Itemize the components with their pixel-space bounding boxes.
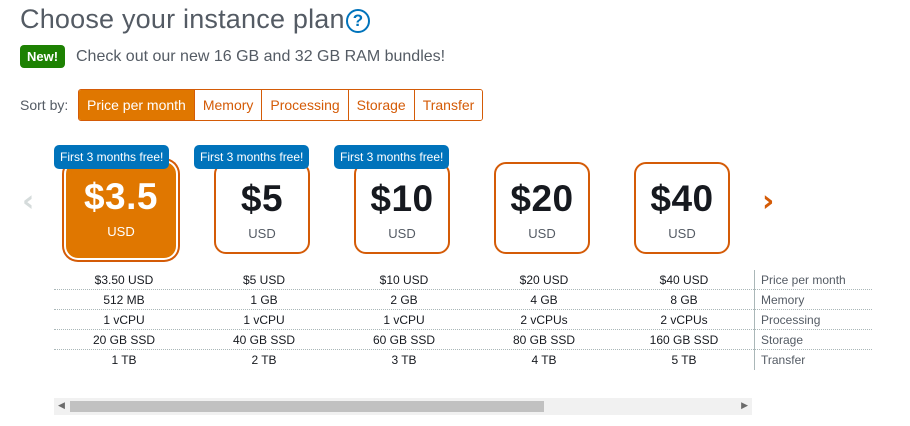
help-icon[interactable]: ? bbox=[346, 9, 370, 33]
spec-cell: 1 TB bbox=[111, 353, 137, 367]
spec-cell: 1 vCPU bbox=[103, 312, 145, 327]
sort-label: Sort by: bbox=[20, 97, 69, 113]
sort-transfer-button[interactable]: Transfer bbox=[414, 90, 483, 120]
plan-currency: USD bbox=[107, 224, 135, 239]
spec-cell: $40 USD bbox=[659, 272, 709, 287]
plan-card-4[interactable]: $20 USD bbox=[494, 162, 590, 254]
spec-cell: 8 GB bbox=[670, 292, 698, 307]
spec-cell: 1 GB bbox=[250, 292, 278, 307]
sort-storage-button[interactable]: Storage bbox=[348, 90, 415, 120]
plan-price: $20 bbox=[510, 178, 574, 219]
chevron-right-icon[interactable]: › bbox=[762, 184, 774, 219]
spec-cell: 512 MB bbox=[103, 292, 145, 307]
spec-label: Memory bbox=[754, 289, 872, 310]
spec-row-processing: 1 vCPU 1 vCPU 1 vCPU 2 vCPUs 2 vCPUs Pro… bbox=[54, 309, 872, 330]
plan-card-1[interactable]: $3.5 USD bbox=[66, 162, 176, 258]
plan-card-3[interactable]: $10 USD bbox=[354, 162, 450, 254]
announcement-text: Check out our new 16 GB and 32 GB RAM bu… bbox=[76, 48, 446, 65]
spec-cell: 2 TB bbox=[251, 353, 277, 367]
promo-badge: First 3 months free! bbox=[54, 145, 170, 169]
spec-row-memory: 512 MB 1 GB 2 GB 4 GB 8 GB Memory bbox=[54, 289, 872, 310]
spec-cell: 2 GB bbox=[390, 292, 418, 307]
spec-cell: $20 USD bbox=[519, 272, 569, 287]
spec-cell: $3.50 USD bbox=[94, 272, 154, 287]
spec-row-storage: 20 GB SSD 40 GB SSD 60 GB SSD 80 GB SSD … bbox=[54, 329, 872, 350]
promo-badge: First 3 months free! bbox=[194, 145, 310, 169]
spec-label: Storage bbox=[754, 329, 872, 350]
plan-card-5[interactable]: $40 USD bbox=[634, 162, 730, 254]
spec-label: Transfer bbox=[754, 350, 872, 370]
plan-price: $10 bbox=[370, 178, 434, 219]
spec-label: Processing bbox=[754, 309, 872, 330]
spec-cell: $5 USD bbox=[242, 272, 286, 287]
plan-price: $5 bbox=[240, 178, 284, 219]
plan-card-2[interactable]: $5 USD bbox=[214, 162, 310, 254]
plan-price: $3.5 bbox=[83, 176, 158, 217]
plan-currency: USD bbox=[528, 226, 556, 241]
plan-currency: USD bbox=[248, 226, 276, 241]
spec-cell: 80 GB SSD bbox=[512, 332, 576, 347]
sort-processing-button[interactable]: Processing bbox=[262, 90, 349, 120]
chevron-left-icon[interactable]: ‹ bbox=[22, 184, 34, 219]
spec-cell: $10 USD bbox=[379, 272, 429, 287]
plan-price: $40 bbox=[650, 178, 714, 219]
spec-cell: 2 vCPUs bbox=[520, 312, 568, 327]
spec-cell: 160 GB SSD bbox=[649, 332, 719, 347]
scroll-left-icon[interactable]: ◀ bbox=[58, 401, 65, 411]
plan-currency: USD bbox=[388, 226, 416, 241]
spec-cell: 1 vCPU bbox=[383, 312, 425, 327]
spec-cell: 3 TB bbox=[391, 353, 417, 367]
spec-row-price: $3.50 USD $5 USD $10 USD $20 USD $40 USD… bbox=[54, 269, 872, 290]
spec-cell: 40 GB SSD bbox=[232, 332, 296, 347]
plan-specs-table: $3.50 USD $5 USD $10 USD $20 USD $40 USD… bbox=[54, 269, 872, 370]
spec-cell: 60 GB SSD bbox=[372, 332, 436, 347]
new-badge: New! bbox=[20, 45, 66, 68]
spec-cell: 20 GB SSD bbox=[92, 332, 156, 347]
promo-badge: First 3 months free! bbox=[334, 145, 450, 169]
scrollbar-thumb[interactable] bbox=[70, 401, 544, 412]
spec-cell: 5 TB bbox=[671, 353, 697, 367]
spec-label: Price per month bbox=[754, 269, 872, 290]
spec-row-transfer: 1 TB 2 TB 3 TB 4 TB 5 TB Transfer bbox=[54, 350, 872, 370]
spec-cell: 4 GB bbox=[530, 292, 558, 307]
spec-cell: 4 TB bbox=[531, 353, 557, 367]
sort-button-group: Price per month Memory Processing Storag… bbox=[78, 89, 484, 121]
horizontal-scrollbar[interactable]: ◀ ▶ bbox=[54, 398, 752, 415]
sort-price-button[interactable]: Price per month bbox=[79, 90, 195, 120]
plan-currency: USD bbox=[668, 226, 696, 241]
page-title: Choose your instance plan bbox=[20, 4, 345, 34]
sort-memory-button[interactable]: Memory bbox=[194, 90, 263, 120]
spec-cell: 2 vCPUs bbox=[660, 312, 708, 327]
scroll-right-icon[interactable]: ▶ bbox=[741, 401, 748, 411]
spec-cell: 1 vCPU bbox=[243, 312, 285, 327]
